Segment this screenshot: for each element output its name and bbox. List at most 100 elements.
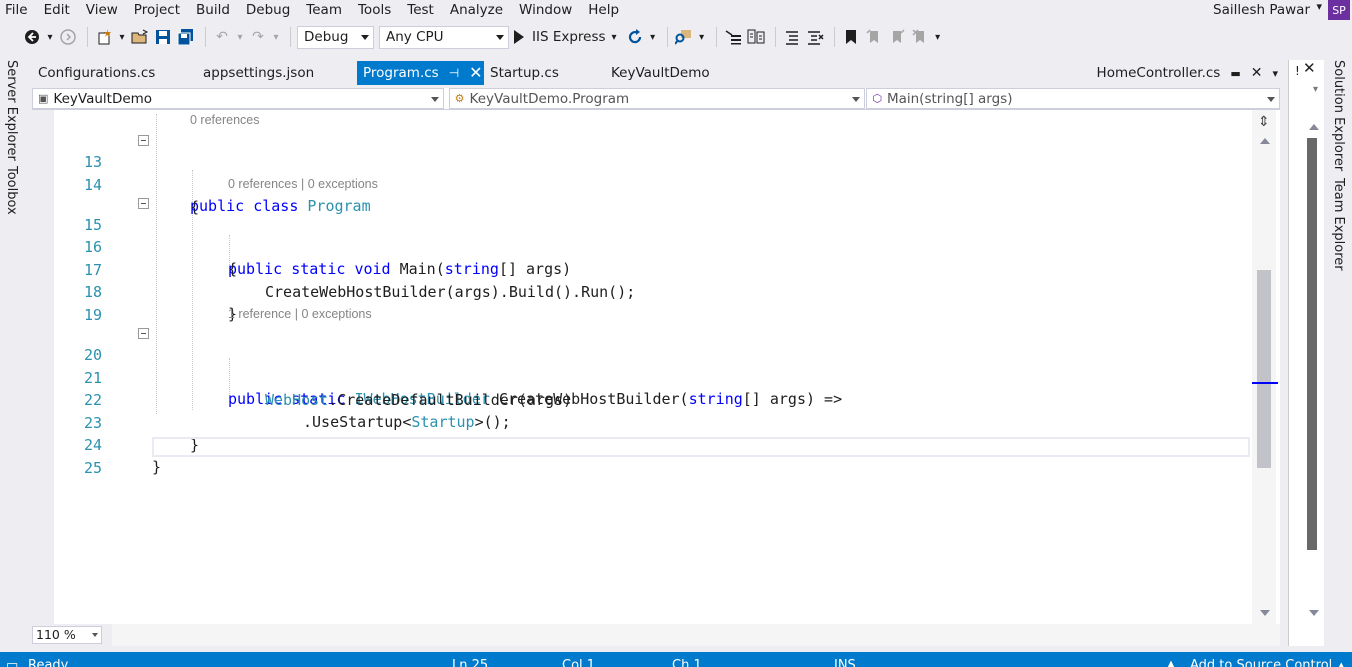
find-in-files-icon[interactable] xyxy=(674,26,694,48)
tab-program[interactable]: Program.cs ⊣ ✕ xyxy=(357,61,484,85)
comment-out-icon[interactable] xyxy=(782,26,802,48)
chevron-down-icon[interactable]: ▾ xyxy=(117,26,127,48)
undo-icon[interactable]: ↶ xyxy=(212,26,232,48)
split-window-icon[interactable]: ⇕ xyxy=(1258,114,1270,130)
member-dropdown[interactable]: ⬡ Main(string[] args) xyxy=(866,88,1281,109)
save-icon[interactable] xyxy=(153,26,173,48)
code-text: } xyxy=(152,458,162,476)
refresh-icon[interactable] xyxy=(625,26,645,48)
scroll-up-icon[interactable] xyxy=(1309,124,1319,130)
code-editor[interactable]: 0 references 13 public class Program 14 … xyxy=(32,110,1280,624)
bookmark-icon[interactable] xyxy=(841,26,861,48)
team-explorer-tab[interactable]: Team Explorer xyxy=(1331,178,1346,271)
open-folder-icon[interactable] xyxy=(130,26,150,48)
step-into-icon[interactable] xyxy=(723,26,743,48)
server-explorer-tab[interactable]: Server Explorer xyxy=(4,60,19,161)
collapse-icon[interactable] xyxy=(138,198,149,209)
menu-tools[interactable]: Tools xyxy=(350,0,399,20)
chevron-down-icon[interactable]: ▾ xyxy=(612,32,617,43)
tab-label: Program.cs xyxy=(363,65,439,81)
overflow-icon[interactable]: ▾ xyxy=(697,26,707,48)
pane-menu-icon[interactable]: ▾ xyxy=(1313,84,1318,95)
close-icon[interactable]: ✕ xyxy=(469,61,482,85)
chevron-down-icon[interactable]: ▾ xyxy=(235,26,245,48)
compare-icon[interactable] xyxy=(746,26,766,48)
upload-icon[interactable]: ▲ xyxy=(1166,658,1176,667)
scrollbar-thumb[interactable] xyxy=(1257,270,1271,468)
chevron-down-icon[interactable]: ▾ xyxy=(45,26,55,48)
menu-help[interactable]: Help xyxy=(580,0,627,20)
previous-bookmark-icon[interactable] xyxy=(864,26,884,48)
code-line: 13 public class Program xyxy=(32,129,1252,215)
toolbar-separator xyxy=(774,27,776,47)
add-to-source-control-button[interactable]: Add to Source Control xyxy=(1190,658,1332,667)
tab-keyvaultdemo[interactable]: KeyVaultDemo xyxy=(605,61,725,85)
solution-platform-select[interactable]: Any CPU xyxy=(379,25,509,49)
chevron-down-icon[interactable]: ▾ xyxy=(271,26,281,48)
codelens-references[interactable]: 0 references xyxy=(190,112,259,128)
solution-configuration-select[interactable]: Debug xyxy=(297,25,374,49)
collapse-icon[interactable] xyxy=(138,328,149,339)
collapse-icon[interactable] xyxy=(138,135,149,146)
new-project-icon[interactable] xyxy=(94,26,114,48)
close-icon[interactable]: ✕ xyxy=(1251,65,1263,81)
solution-explorer-tab[interactable]: Solution Explorer xyxy=(1331,60,1346,171)
chevron-down-icon xyxy=(92,633,98,637)
type-dropdown[interactable]: ⚙ KeyVaultDemo.Program xyxy=(448,88,866,109)
scroll-down-icon[interactable] xyxy=(1260,610,1270,616)
start-debugging-button[interactable]: IIS Express ▾ xyxy=(514,29,617,45)
scroll-down-icon[interactable] xyxy=(1309,610,1319,616)
zoom-select[interactable]: 110 % xyxy=(32,626,102,644)
navigate-back-icon[interactable] xyxy=(22,26,42,48)
chevron-down-icon[interactable]: ▾ xyxy=(648,26,658,48)
project-dropdown[interactable]: ▣ KeyVaultDemo xyxy=(32,88,444,109)
overflow-icon[interactable]: ▾ xyxy=(933,26,943,48)
codelens-references[interactable]: 1 reference xyxy=(228,307,291,321)
tab-configurations[interactable]: Configurations.cs xyxy=(32,61,197,85)
next-bookmark-icon[interactable] xyxy=(887,26,907,48)
toolbox-tab[interactable]: Toolbox xyxy=(4,166,19,215)
menu-debug[interactable]: Debug xyxy=(238,0,298,20)
close-icon[interactable]: ✕ xyxy=(1303,59,1316,77)
status-char: Ch 1 xyxy=(672,658,702,667)
codelens-exceptions[interactable]: 0 exceptions xyxy=(301,307,371,321)
navigate-forward-icon[interactable] xyxy=(58,26,78,48)
pane-scrollbar-thumb[interactable] xyxy=(1307,138,1317,550)
menu-build[interactable]: Build xyxy=(188,0,238,20)
avatar[interactable]: SP xyxy=(1328,0,1350,20)
menu-project[interactable]: Project xyxy=(126,0,188,20)
editor-vertical-scrollbar[interactable]: ⇕ xyxy=(1252,110,1278,624)
tab-label: KeyVaultDemo xyxy=(611,65,710,81)
chevron-down-icon[interactable]: ▾ xyxy=(1316,0,1322,13)
tab-homecontroller[interactable]: HomeController.cs xyxy=(1091,61,1227,85)
tab-startup[interactable]: Startup.cs xyxy=(484,61,605,85)
menu-test[interactable]: Test xyxy=(399,0,442,20)
menu-analyze[interactable]: Analyze xyxy=(442,0,511,20)
menu-team[interactable]: Team xyxy=(298,0,350,20)
codelens-main[interactable]: 0 references | 0 exceptions xyxy=(228,176,378,192)
clear-bookmarks-icon[interactable] xyxy=(910,26,930,48)
tab-appsettings[interactable]: appsettings.json xyxy=(197,61,357,85)
tab-list-icon[interactable]: ▾ xyxy=(1272,67,1278,80)
menu-window[interactable]: Window xyxy=(511,0,580,20)
chevron-up-icon[interactable]: ▴ xyxy=(1338,658,1345,667)
save-all-icon[interactable] xyxy=(176,26,196,48)
class-icon: ⚙ xyxy=(454,92,465,105)
codelens-builder[interactable]: 1 reference | 0 exceptions xyxy=(228,306,372,322)
tab-overflow-area: HomeController.cs ▬ ✕ ▾ xyxy=(1091,61,1282,85)
scroll-up-icon[interactable] xyxy=(1260,138,1270,144)
menu-view[interactable]: View xyxy=(78,0,126,20)
pin-icon[interactable]: ▬ xyxy=(1230,67,1240,80)
document-tabs: Configurations.cs appsettings.json Progr… xyxy=(32,61,1282,85)
codelens-exceptions[interactable]: 0 exceptions xyxy=(308,177,378,191)
pin-icon[interactable]: ⊣ xyxy=(449,61,459,85)
redo-icon[interactable]: ↷ xyxy=(248,26,268,48)
uncomment-icon[interactable] xyxy=(805,26,825,48)
codelens-references[interactable]: 0 references xyxy=(228,177,297,191)
user-name[interactable]: Saillesh Pawar xyxy=(1213,2,1310,18)
tab-label: appsettings.json xyxy=(203,65,315,81)
method-icon: ⬡ xyxy=(872,92,882,105)
editor-horizontal-scrollbar[interactable] xyxy=(112,624,1280,646)
menu-file[interactable]: File xyxy=(0,0,36,20)
menu-edit[interactable]: Edit xyxy=(36,0,78,20)
